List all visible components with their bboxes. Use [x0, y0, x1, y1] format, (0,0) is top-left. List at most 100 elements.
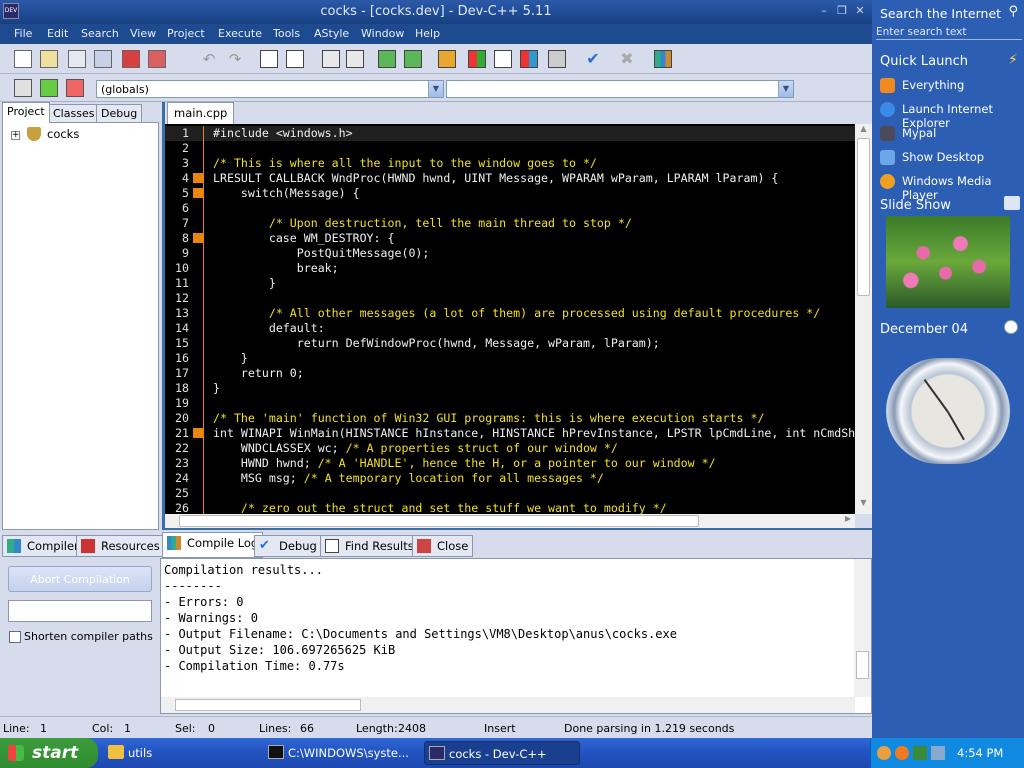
fold-marker-icon[interactable] [193, 233, 203, 243]
save-icon[interactable] [68, 50, 86, 68]
menu-execute[interactable]: Execute [218, 27, 262, 40]
line-number[interactable]: 4 [165, 171, 189, 185]
code-text[interactable]: /* All other messages (a lot of them) ar… [213, 306, 820, 320]
menu-astyle[interactable]: AStyle [314, 27, 349, 40]
code-text[interactable]: WNDCLASSEX wc; /* A properties struct of… [213, 441, 618, 455]
code-line[interactable]: 21 int WINAPI WinMain(HINSTANCE hInstance… [165, 426, 855, 441]
task-utils[interactable]: utils [104, 741, 260, 765]
code-text[interactable]: return 0; [213, 366, 304, 380]
task-cmd[interactable]: C:\WINDOWS\syste... [264, 741, 420, 765]
log-vscroll-thumb[interactable] [856, 651, 869, 679]
code-line[interactable]: 20 /* The 'main' function of Win32 GUI pr… [165, 411, 855, 426]
scroll-up-icon[interactable]: ▲ [855, 124, 872, 138]
chevron-down-icon[interactable]: ▼ [778, 81, 793, 97]
code-editor[interactable]: 1 #include <windows.h> 2 3 /* This is where … [165, 124, 855, 514]
code-text[interactable]: switch(Message) { [213, 186, 360, 200]
line-number[interactable]: 19 [165, 396, 189, 410]
slide-show-image[interactable] [886, 216, 1010, 308]
symbol-combo[interactable]: ▼ [446, 80, 794, 98]
code-text[interactable]: break; [213, 261, 339, 275]
line-number[interactable]: 26 [165, 501, 189, 514]
line-number[interactable]: 5 [165, 186, 189, 200]
editor-horizontal-scrollbar[interactable]: ▶ [165, 514, 855, 528]
code-line[interactable]: 19 [165, 396, 855, 411]
code-line[interactable]: 13 /* All other messages (a lot of them)… [165, 306, 855, 321]
scroll-down-icon[interactable]: ▼ [855, 498, 872, 512]
tab-debug[interactable]: Debug [96, 104, 143, 122]
syntax-check-icon[interactable]: ✔ [584, 50, 602, 68]
line-number[interactable]: 1 [165, 126, 189, 140]
undo-icon[interactable]: ↶ [200, 50, 218, 68]
editor-hscroll-thumb[interactable] [179, 515, 699, 527]
code-text[interactable]: int WINAPI WinMain(HINSTANCE hInstance, … [213, 426, 855, 440]
code-line[interactable]: 25 [165, 486, 855, 501]
restore-button[interactable]: ❐ [834, 4, 850, 18]
tab-find-results[interactable]: Find Results [320, 535, 419, 557]
code-text[interactable]: MSG msg; /* A temporary location for all… [213, 471, 604, 485]
shorten-paths-label[interactable]: Shorten compiler paths [24, 630, 153, 643]
menu-project[interactable]: Project [167, 27, 205, 40]
editor-vertical-scrollbar[interactable]: ▲ ▼ [855, 124, 872, 514]
line-number[interactable]: 9 [165, 246, 189, 260]
line-number[interactable]: 7 [165, 216, 189, 230]
stop-execution-icon[interactable]: ✖ [618, 50, 636, 68]
menu-edit[interactable]: Edit [47, 27, 68, 40]
editor-vscroll-thumb[interactable] [857, 138, 870, 296]
line-number[interactable]: 22 [165, 441, 189, 455]
tray-clock[interactable]: 4:54 PM [957, 746, 1003, 760]
code-line[interactable]: 16 } [165, 351, 855, 366]
line-number[interactable]: 6 [165, 201, 189, 215]
code-line[interactable]: 1 #include <windows.h> [165, 126, 855, 141]
log-horizontal-scrollbar[interactable] [161, 697, 855, 713]
code-text[interactable]: /* Upon destruction, tell the main threa… [213, 216, 632, 230]
search-input[interactable]: Enter search text [876, 26, 1022, 40]
tree-item-cocks[interactable]: cocks [47, 127, 79, 141]
menu-search[interactable]: Search [81, 27, 119, 40]
line-number[interactable]: 10 [165, 261, 189, 275]
redo-icon[interactable]: ↷ [226, 50, 244, 68]
tray-network-icon[interactable] [913, 746, 927, 760]
unindent-icon[interactable] [404, 50, 422, 68]
tab-debug-bottom[interactable]: ✔ Debug [254, 535, 322, 557]
bookmark-icon[interactable] [438, 50, 456, 68]
line-number[interactable]: 12 [165, 291, 189, 305]
close-button[interactable]: ✕ [852, 4, 868, 18]
tab-project[interactable]: Project [2, 102, 50, 123]
indent-icon[interactable] [378, 50, 396, 68]
line-number[interactable]: 18 [165, 381, 189, 395]
tray-volume-icon[interactable] [931, 746, 945, 760]
profile-chart-icon[interactable] [654, 50, 672, 68]
line-number[interactable]: 17 [165, 366, 189, 380]
close-file-icon[interactable] [122, 50, 140, 68]
code-text[interactable]: case WM_DESTROY: { [213, 231, 395, 245]
code-text[interactable]: /* This is where all the input to the wi… [213, 156, 597, 170]
code-line[interactable]: 26 /* zero out the struct and set the st… [165, 501, 855, 514]
menu-tools[interactable]: Tools [273, 27, 300, 40]
code-line[interactable]: 11 } [165, 276, 855, 291]
code-text[interactable]: default: [213, 321, 325, 335]
scope-combo[interactable]: (globals) ▼ [96, 80, 444, 98]
code-text[interactable]: LRESULT CALLBACK WndProc(HWND hwnd, UINT… [213, 171, 778, 185]
replace-icon[interactable] [286, 50, 304, 68]
abort-compilation-button[interactable]: Abort Compilation [8, 566, 152, 592]
quick-launch-everything[interactable]: Everything [880, 78, 964, 93]
code-line[interactable]: 7 /* Upon destruction, tell the main thr… [165, 216, 855, 231]
chevron-down-icon[interactable]: ▼ [428, 81, 443, 97]
run-icon[interactable] [494, 50, 512, 68]
menu-view[interactable]: View [130, 27, 156, 40]
code-line[interactable]: 8 case WM_DESTROY: { [165, 231, 855, 246]
open-file-icon[interactable] [40, 50, 58, 68]
compile-run-icon[interactable] [520, 50, 538, 68]
line-number[interactable]: 2 [165, 141, 189, 155]
code-text[interactable]: /* The 'main' function of Win32 GUI prog… [213, 411, 764, 425]
tab-compile-log[interactable]: Compile Log [162, 532, 264, 558]
fold-marker-icon[interactable] [193, 173, 203, 183]
line-number[interactable]: 23 [165, 456, 189, 470]
line-number[interactable]: 13 [165, 306, 189, 320]
find-next-icon[interactable] [322, 50, 340, 68]
tray-icon-1[interactable] [877, 746, 891, 760]
code-line[interactable]: 24 MSG msg; /* A temporary location for … [165, 471, 855, 486]
code-line[interactable]: 5 switch(Message) { [165, 186, 855, 201]
line-number[interactable]: 8 [165, 231, 189, 245]
compile-log-output[interactable]: Compilation results... -------- - Errors… [160, 558, 872, 714]
